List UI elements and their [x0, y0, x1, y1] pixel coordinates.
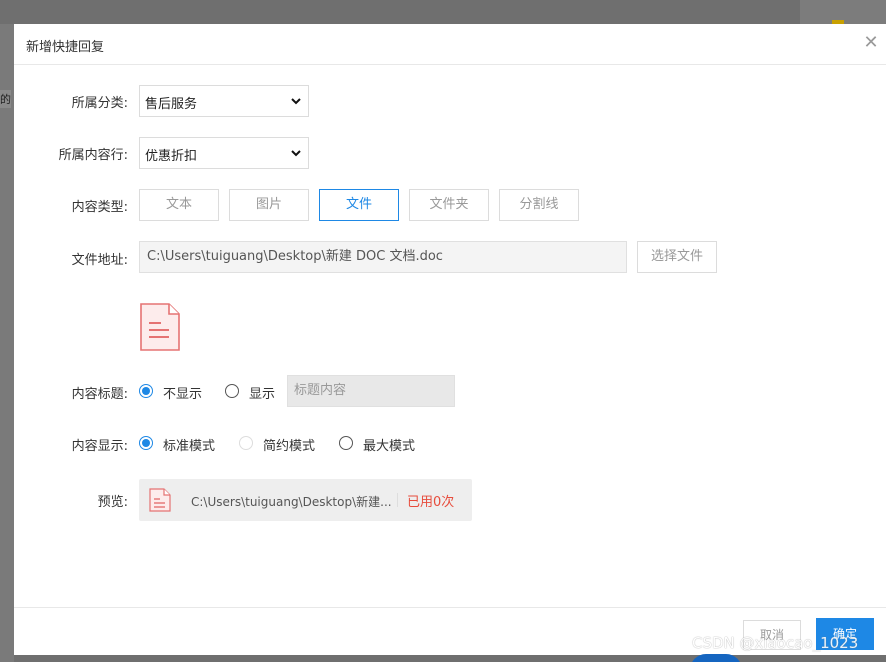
backdrop-left-text: 的	[0, 90, 11, 108]
preview-file-icon	[149, 488, 171, 512]
type-image-button[interactable]: 图片	[229, 189, 309, 221]
chevron-down-icon	[291, 150, 301, 157]
content-type-label: 内容类型:	[71, 200, 128, 215]
industry-select[interactable]: 优惠折扣	[139, 137, 309, 169]
type-file-button[interactable]: 文件	[319, 189, 399, 221]
display-simple-label: 简约模式	[263, 439, 316, 454]
dialog-title: 新增快捷回复	[26, 40, 105, 55]
backdrop-left-panel	[0, 24, 14, 662]
category-label: 所属分类:	[71, 96, 128, 111]
csdn-watermark: CSDN @xiaocao_1023	[692, 634, 859, 652]
preview-usage-count: 已用0次	[407, 495, 455, 510]
file-path-label: 文件地址:	[71, 253, 128, 268]
preview-divider	[397, 493, 398, 507]
display-max-radio[interactable]	[339, 436, 353, 450]
title-show-radio[interactable]	[225, 384, 239, 398]
content-title-label: 内容标题:	[71, 387, 128, 402]
title-hide-label: 不显示	[163, 387, 203, 402]
display-standard-radio[interactable]	[139, 436, 153, 450]
preview-card[interactable]: C:\Users\tuiguang\Desktop\新建... 已用0次	[139, 479, 472, 521]
type-text-button[interactable]: 文本	[139, 189, 219, 221]
title-show-label: 显示	[249, 387, 276, 402]
preview-path: C:\Users\tuiguang\Desktop\新建...	[191, 495, 392, 509]
choose-file-button[interactable]: 选择文件	[637, 241, 717, 273]
document-file-icon	[140, 303, 180, 351]
title-content-input[interactable]: 标题内容	[287, 375, 455, 407]
category-select[interactable]: 售后服务	[139, 85, 309, 117]
title-hide-radio[interactable]	[139, 384, 153, 398]
display-standard-label: 标准模式	[163, 439, 216, 454]
industry-select-value: 优惠折扣	[145, 149, 198, 164]
quick-reply-dialog: 新增快捷回复 ✕ 所属分类: 售后服务 所属内容行: 优惠折扣 内容类型: 文本…	[14, 24, 886, 655]
display-simple-radio[interactable]	[239, 436, 253, 450]
preview-label: 预览:	[97, 495, 128, 510]
chevron-down-icon	[291, 98, 301, 105]
close-icon[interactable]: ✕	[862, 34, 880, 52]
content-display-label: 内容显示:	[71, 439, 128, 454]
dialog-header: 新增快捷回复 ✕	[14, 24, 886, 65]
category-select-value: 售后服务	[145, 97, 198, 112]
type-divider-button[interactable]: 分割线	[499, 189, 579, 221]
type-folder-button[interactable]: 文件夹	[409, 189, 489, 221]
display-max-label: 最大模式	[363, 439, 416, 454]
file-path-input[interactable]: C:\Users\tuiguang\Desktop\新建 DOC 文档.doc	[139, 241, 627, 273]
industry-label: 所属内容行:	[58, 148, 128, 163]
